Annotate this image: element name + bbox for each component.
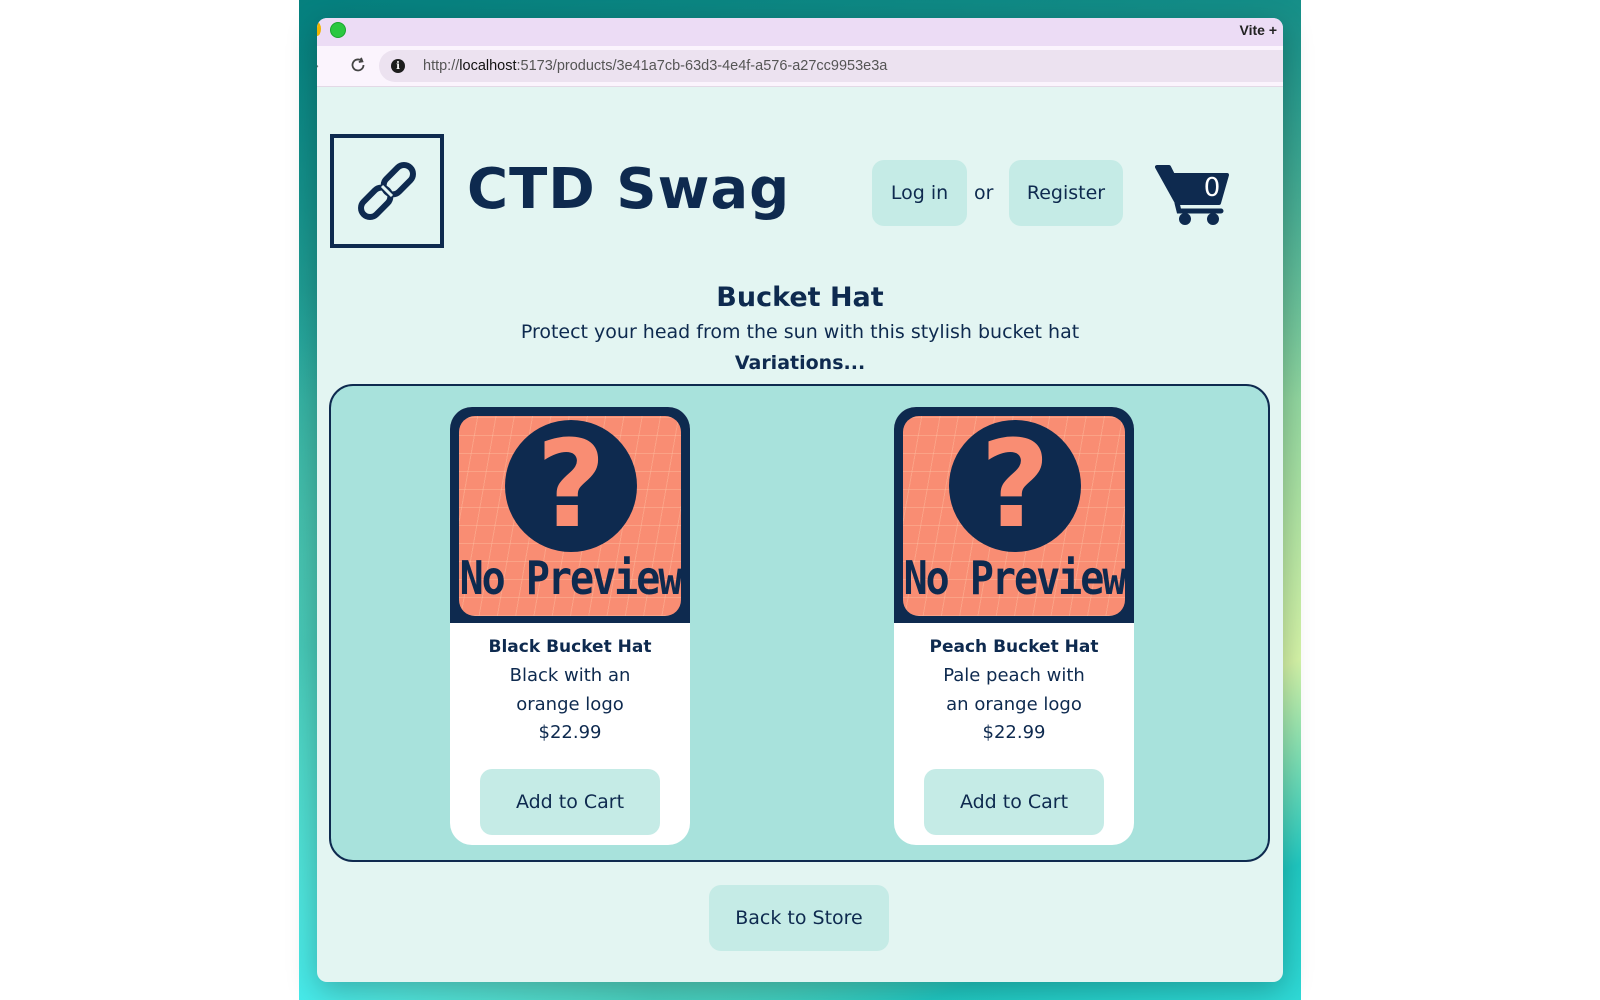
login-button[interactable]: Log in — [872, 160, 967, 226]
no-preview-label: No Preview — [459, 552, 681, 606]
variation-description: Pale peach with an orange logo — [943, 665, 1085, 715]
add-to-cart-button[interactable]: Add to Cart — [924, 769, 1104, 835]
minimize-window-button[interactable] — [317, 22, 321, 36]
zoom-window-button[interactable] — [330, 22, 346, 38]
or-separator: or — [974, 182, 994, 204]
title-bar: Vite + — [317, 18, 1283, 46]
info-icon[interactable]: i — [391, 59, 405, 73]
browser-toolbar: › i http://localhost:5173/products/3e41a… — [317, 46, 1283, 87]
variation-description: Black with an orange logo — [509, 665, 631, 715]
add-to-cart-button[interactable]: Add to Cart — [480, 769, 660, 835]
register-button[interactable]: Register — [1009, 160, 1123, 226]
link-logo-icon[interactable] — [330, 134, 444, 248]
no-preview-image: ? No Preview — [450, 407, 690, 623]
back-to-store-button[interactable]: Back to Store — [709, 885, 889, 951]
address-bar[interactable]: i http://localhost:5173/products/3e41a7c… — [379, 50, 1283, 82]
variation-card: ? No Preview Black Bucket Hat Black with… — [450, 407, 690, 845]
no-preview-image: ? No Preview — [894, 407, 1134, 623]
forward-icon[interactable]: › — [317, 56, 319, 75]
product-title: Bucket Hat — [716, 282, 884, 313]
page-content: CTD Swag Log in or Register 0 Bucket Hat… — [317, 87, 1283, 982]
site-brand[interactable]: CTD Swag — [467, 157, 790, 222]
reload-icon[interactable] — [345, 52, 371, 78]
variation-card: ? No Preview Peach Bucket Hat Pale peach… — [894, 407, 1134, 845]
variation-price: $22.99 — [538, 722, 602, 743]
variations-container: ? No Preview Black Bucket Hat Black with… — [329, 384, 1270, 862]
variation-name: Black Bucket Hat — [488, 637, 652, 657]
browser-window: Vite + › i http://localhost:5173/product… — [317, 18, 1283, 982]
url-text[interactable]: http://localhost:5173/products/3e41a7cb-… — [423, 58, 887, 74]
variations-heading: Variations... — [734, 352, 866, 374]
variation-price: $22.99 — [982, 722, 1046, 743]
cart-count-badge: 0 — [1203, 173, 1221, 203]
product-description: Protect your head from the sun with this… — [520, 321, 1080, 343]
variation-name: Peach Bucket Hat — [929, 637, 1099, 657]
tab-title[interactable]: Vite + — [1240, 22, 1278, 38]
no-preview-label: No Preview — [903, 552, 1125, 606]
